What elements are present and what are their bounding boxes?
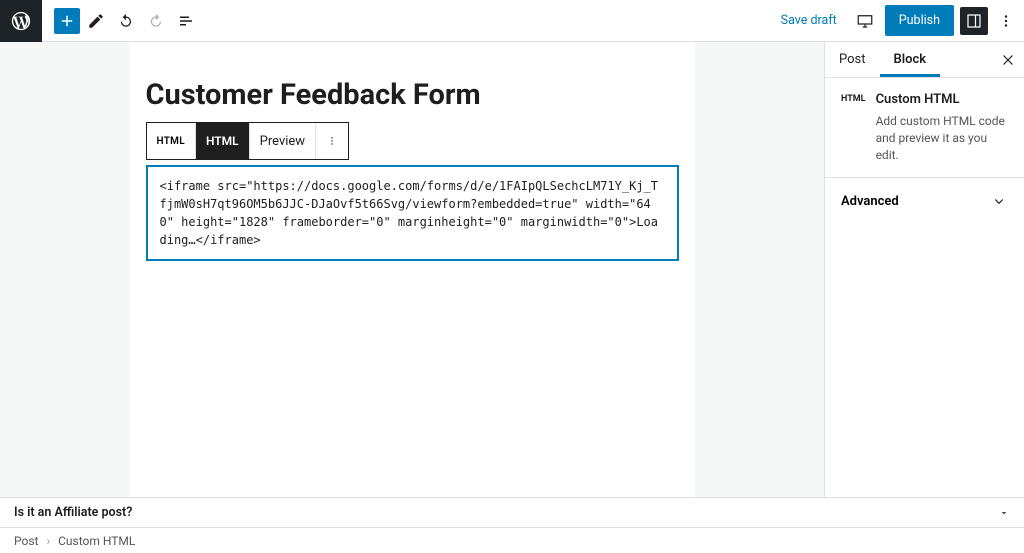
document-overview-button[interactable] (172, 7, 200, 35)
more-vertical-icon (326, 132, 338, 150)
block-type-button[interactable]: HTML (147, 123, 196, 159)
toolbar-left (42, 7, 200, 35)
chevron-right-icon: › (46, 534, 50, 548)
editor-canvas[interactable]: Customer Feedback Form HTML HTML Preview… (130, 42, 695, 497)
advanced-label: Advanced (841, 194, 899, 209)
settings-sidebar: Post Block HTML Custom HTML Add custom H… (824, 42, 1024, 497)
html-mode-button[interactable]: HTML (196, 123, 250, 159)
chevron-down-icon (990, 192, 1008, 210)
close-sidebar-button[interactable] (992, 42, 1024, 77)
redo-button[interactable] (142, 7, 170, 35)
breadcrumb-root[interactable]: Post (14, 534, 38, 548)
editor-topbar: Save draft Publish (0, 0, 1024, 42)
pencil-icon (87, 12, 105, 30)
add-block-button[interactable] (54, 8, 80, 34)
list-view-icon (177, 12, 195, 30)
wordpress-icon (10, 10, 32, 32)
block-breadcrumb: Post › Custom HTML (0, 527, 1024, 553)
undo-button[interactable] (112, 7, 140, 35)
post-title[interactable]: Customer Feedback Form (130, 78, 695, 113)
block-info-panel: HTML Custom HTML Add custom HTML code an… (825, 78, 1024, 178)
block-type-title: Custom HTML (876, 92, 1008, 107)
editor-canvas-area: Customer Feedback Form HTML HTML Preview… (0, 42, 824, 497)
toolbar-right: Save draft Publish (773, 5, 1024, 36)
redo-icon (147, 12, 165, 30)
advanced-panel-toggle[interactable]: Advanced (825, 178, 1024, 224)
editor-main: Customer Feedback Form HTML HTML Preview… (0, 42, 1024, 497)
undo-icon (117, 12, 135, 30)
preview-mode-button[interactable]: Preview (250, 123, 316, 159)
html-icon: HTML (841, 92, 866, 104)
block-toolbar: HTML HTML Preview (146, 122, 350, 160)
settings-sidebar-button[interactable] (960, 7, 988, 35)
tab-block[interactable]: Block (880, 42, 941, 77)
block-type-desc: Add custom HTML code and preview it as y… (876, 113, 1008, 163)
sidebar-icon (965, 12, 983, 30)
breadcrumb-current: Custom HTML (58, 534, 135, 548)
block-more-button[interactable] (316, 123, 348, 159)
affiliate-metabox[interactable]: Is it an Affiliate post? (0, 497, 1024, 527)
plus-icon (58, 12, 76, 30)
sidebar-tabs: Post Block (825, 42, 1024, 78)
save-draft-button[interactable]: Save draft (773, 7, 845, 34)
close-icon (999, 51, 1017, 69)
preview-button[interactable] (851, 7, 879, 35)
desktop-icon (856, 12, 874, 30)
custom-html-textarea[interactable]: <iframe src="https://docs.google.com/for… (146, 165, 679, 261)
more-options-button[interactable] (994, 7, 1018, 35)
more-vertical-icon (997, 12, 1015, 30)
publish-button[interactable]: Publish (885, 5, 954, 36)
tab-post[interactable]: Post (825, 42, 880, 77)
affiliate-label: Is it an Affiliate post? (14, 505, 132, 520)
tools-button[interactable] (82, 7, 110, 35)
caret-down-icon (998, 507, 1010, 519)
wordpress-logo[interactable] (0, 0, 42, 42)
